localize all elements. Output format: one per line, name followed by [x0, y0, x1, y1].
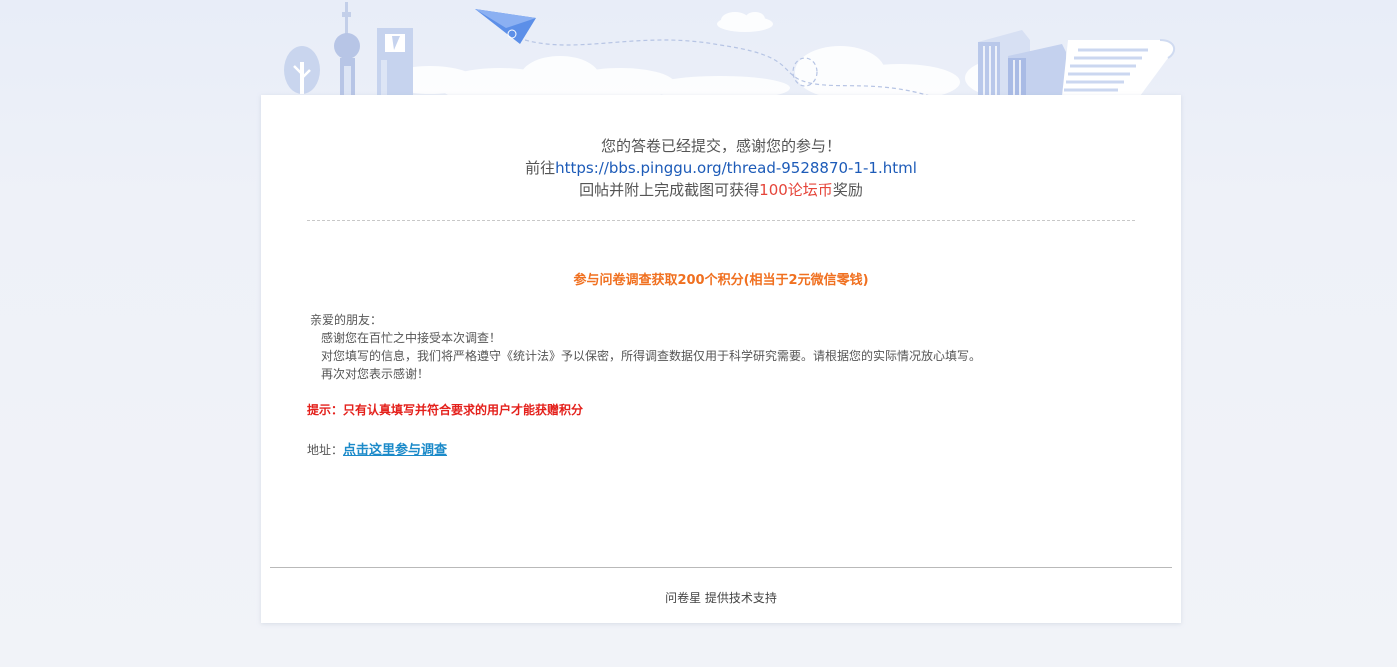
- thanks-text: 您的答卷已经提交，感谢您的参与！: [600, 137, 841, 155]
- forum-link-line: 前往https://bbs.pinggu.org/thread-9528870-…: [261, 157, 1181, 179]
- tv-tower-icon: [334, 2, 360, 96]
- survey-tip: 提示：只有认真填写并符合要求的用户才能获赠积分: [307, 403, 584, 417]
- document-icon: [1062, 39, 1176, 96]
- forum-thread-link[interactable]: https://bbs.pinggu.org/thread-9528870-1-…: [555, 159, 917, 177]
- survey-headline: 参与问卷调查获取200个积分(相当于2元微信零钱): [573, 273, 869, 288]
- survey-address: 地址：点击这里参与调查: [307, 439, 447, 458]
- skyscraper-icon: [377, 28, 413, 96]
- reward-line: 回帖并附上完成截图可获得100论坛币奖励: [261, 179, 1181, 201]
- reward-amount: 100论坛币: [759, 181, 833, 199]
- footer-credit: 问卷星 提供技术支持: [665, 591, 777, 605]
- tree-icon: [284, 46, 320, 94]
- footer-divider: [270, 567, 1172, 568]
- city-skyline-illustration: [284, 2, 1176, 96]
- submission-message: 您的答卷已经提交，感谢您的参与！ 前往https://bbs.pinggu.or…: [261, 135, 1181, 201]
- header-illustration: [0, 0, 1397, 96]
- survey-intro: 亲爱的朋友： 感谢您在百忙之中接受本次调查！ 对您填写的信息，我们将严格遵守《统…: [310, 311, 981, 383]
- intro-paragraph-2: 对您填写的信息，我们将严格遵守《统计法》予以保密，所得调查数据仅用于科学研究需要…: [321, 349, 982, 363]
- intro-paragraph-1: 感谢您在百忙之中接受本次调查！: [321, 331, 502, 345]
- reward-prefix: 回帖并附上完成截图可获得: [579, 181, 760, 199]
- intro-paragraph-3: 再次对您表示感谢！: [321, 367, 430, 381]
- address-label: 地址：: [307, 443, 344, 457]
- paper-plane-icon: [475, 9, 536, 44]
- cloud-icon: [385, 12, 1055, 96]
- reward-suffix: 奖励: [832, 181, 863, 199]
- forum-link-prefix: 前往: [525, 159, 556, 177]
- completion-card: 您的答卷已经提交，感谢您的参与！ 前往https://bbs.pinggu.or…: [261, 95, 1181, 623]
- dashed-divider: [307, 220, 1135, 221]
- survey-link[interactable]: 点击这里参与调查: [343, 443, 447, 458]
- books-icon: [978, 30, 1066, 96]
- greeting: 亲爱的朋友：: [310, 313, 383, 327]
